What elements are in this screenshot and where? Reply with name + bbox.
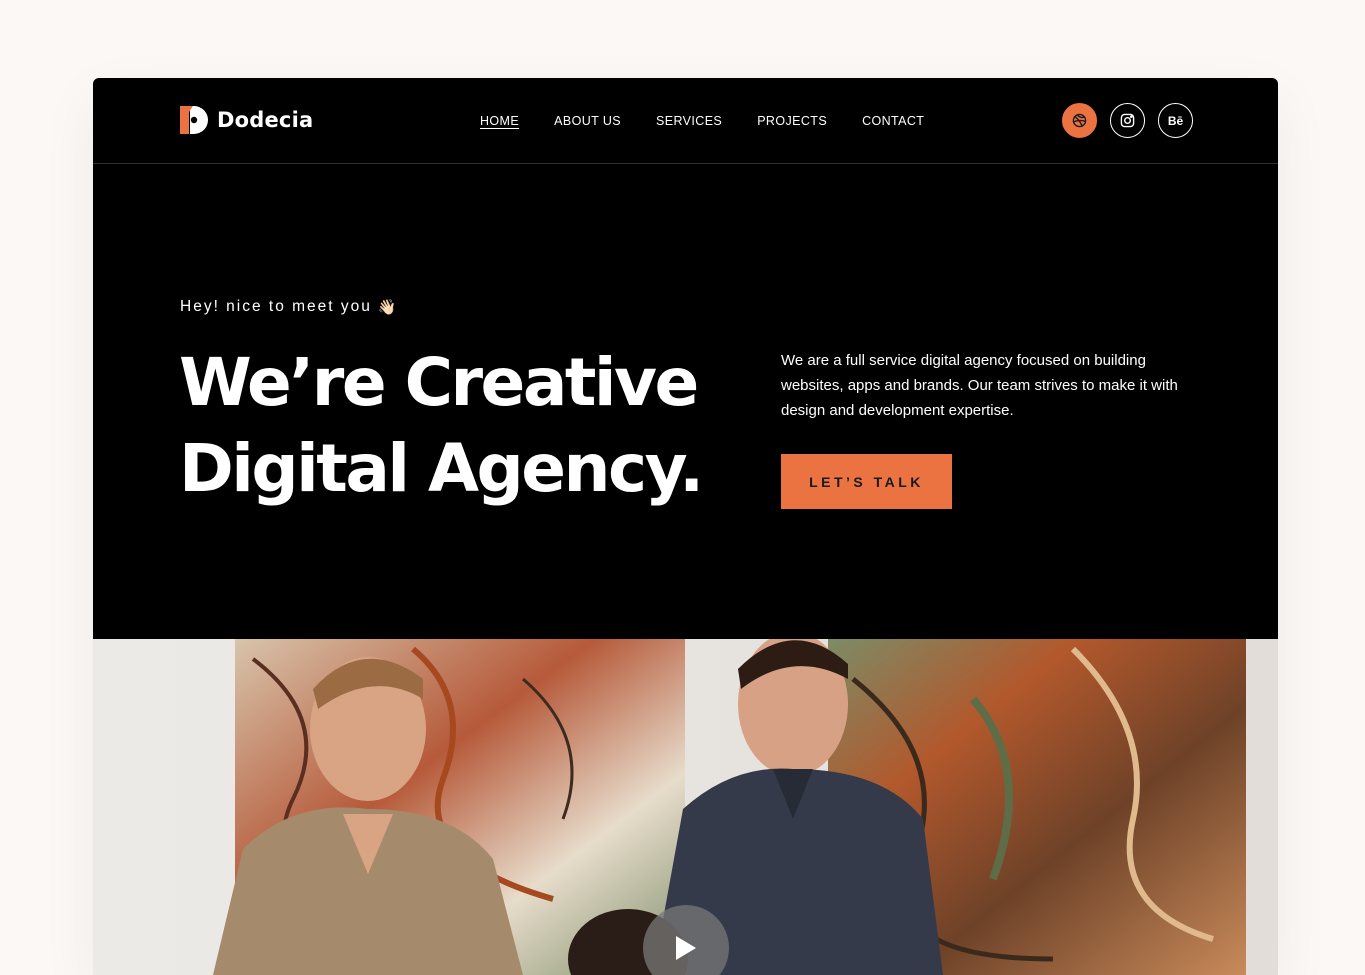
hero-description: We are a full service digital agency foc… <box>781 352 1178 419</box>
instagram-icon <box>1120 113 1135 128</box>
social-links: Bē <box>1062 103 1193 138</box>
hero-greeting: Hey! nice to meet you 👋🏻 <box>180 298 399 316</box>
play-icon <box>676 936 696 960</box>
nav-contact[interactable]: CONTACT <box>862 113 924 129</box>
hero-photo <box>93 639 1278 975</box>
page-frame: Dodecia HOME ABOUT US SERVICES PROJECTS … <box>93 78 1278 975</box>
behance-button[interactable]: Bē <box>1158 103 1193 138</box>
behance-icon: Bē <box>1167 113 1184 128</box>
dribbble-icon <box>1072 113 1087 128</box>
dribbble-button[interactable] <box>1062 103 1097 138</box>
nav-home[interactable]: HOME <box>480 113 519 129</box>
nav-services[interactable]: SERVICES <box>656 113 722 129</box>
hero-headline: We’re Creative Digital Agency. <box>179 340 704 512</box>
brand-name: Dodecia <box>217 108 314 132</box>
headline-line-2: Digital Agency. <box>179 430 704 507</box>
dodecia-logo-icon <box>180 106 208 134</box>
nav-projects[interactable]: PROJECTS <box>757 113 827 129</box>
site-header: Dodecia HOME ABOUT US SERVICES PROJECTS … <box>93 78 1278 164</box>
waving-hand-icon: 👋🏻 <box>377 299 399 316</box>
lets-talk-button[interactable]: LET’S TALK <box>781 454 952 509</box>
headline-line-1: We’re Creative <box>179 344 699 421</box>
logo[interactable]: Dodecia <box>180 106 313 134</box>
nav-about-us[interactable]: ABOUT US <box>554 113 621 129</box>
instagram-button[interactable] <box>1110 103 1145 138</box>
greeting-text: Hey! nice to meet you <box>180 298 372 315</box>
main-nav: HOME ABOUT US SERVICES PROJECTS CONTACT <box>480 113 924 129</box>
